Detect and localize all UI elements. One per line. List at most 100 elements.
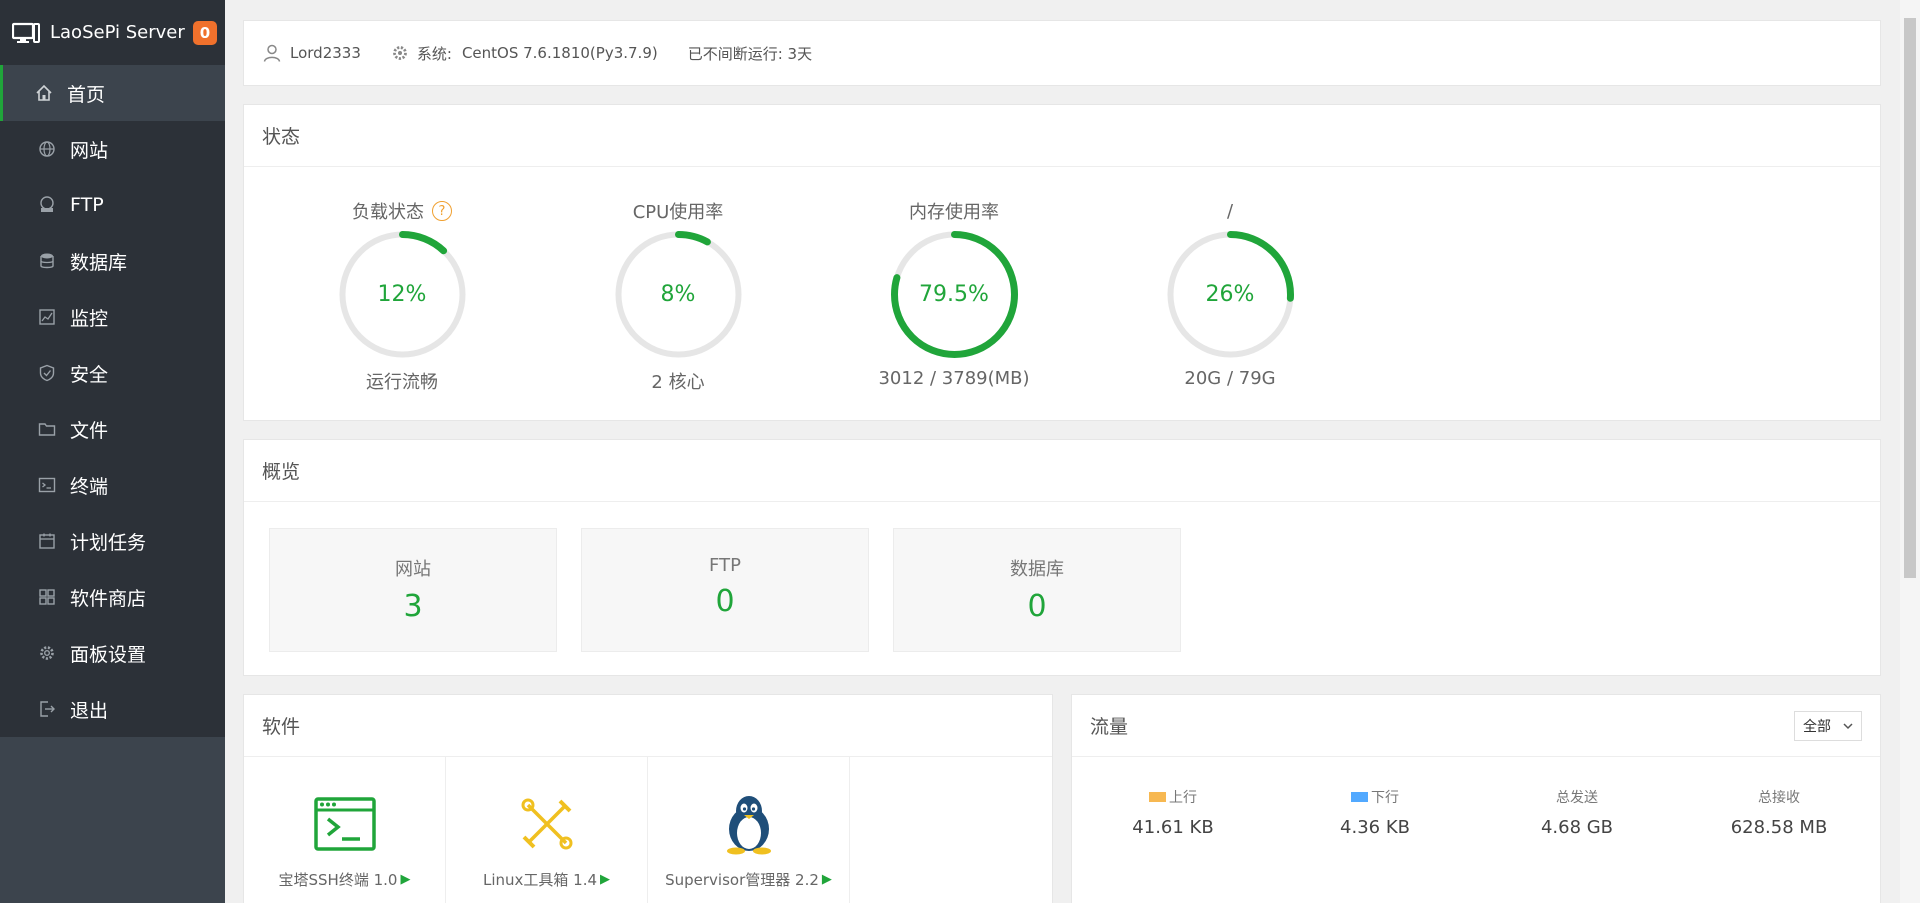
legend-swatch-down	[1351, 792, 1368, 802]
overview-value: 0	[715, 584, 735, 619]
gauge-percent: 26%	[1205, 282, 1255, 307]
play-icon[interactable]: ▶	[400, 872, 410, 887]
gauge-percent: 79.5%	[919, 282, 989, 307]
overview-label: 数据库	[1010, 559, 1064, 580]
user-info[interactable]: Lord2333	[262, 43, 361, 63]
software-label: Linux工具箱 1.4	[482, 871, 598, 889]
app-title: LaoSePi Server	[50, 22, 185, 43]
sidebar-item-home[interactable]: 首页	[0, 65, 225, 121]
database-icon	[36, 250, 58, 272]
username: Lord2333	[290, 44, 361, 62]
play-icon[interactable]: ▶	[822, 872, 832, 887]
sidebar-menu: 首页 网站 FTP 数据库 监控 安全 文件 终端 计划任务 软件商店 面板设置…	[0, 65, 225, 737]
overview-box-website[interactable]: 网站 3	[269, 528, 557, 652]
sidebar-item-ftp[interactable]: FTP	[0, 177, 225, 233]
notification-badge[interactable]: 0	[193, 20, 217, 45]
help-icon[interactable]: ?	[432, 201, 452, 221]
traffic-label: 总接收	[1758, 790, 1800, 806]
gauge-title: /	[1226, 200, 1234, 222]
ftp-icon	[36, 194, 58, 216]
scrollbar-thumb[interactable]	[1904, 18, 1916, 578]
chevron-down-icon	[1843, 722, 1853, 729]
gauge-cpu[interactable]: CPU使用率 8% 2 核心	[540, 167, 816, 394]
software-item-toolbox[interactable]: Linux工具箱 1.4 ▶	[446, 757, 648, 903]
logout-icon	[36, 698, 58, 720]
shield-icon	[36, 362, 58, 384]
software-item-ssh[interactable]: 宝塔SSH终端 1.0 ▶	[244, 757, 446, 903]
gauge-percent: 8%	[660, 282, 696, 307]
terminal-icon	[36, 474, 58, 496]
sidebar-item-logout[interactable]: 退出	[0, 681, 225, 737]
traffic-stat-received: 总接收 628.58 MB	[1678, 787, 1880, 838]
status-title: 状态	[244, 105, 1880, 167]
gauge-title: CPU使用率	[632, 202, 724, 223]
sidebar-item-website[interactable]: 网站	[0, 121, 225, 177]
overview-box-database[interactable]: 数据库 0	[893, 528, 1181, 652]
sidebar-item-terminal[interactable]: 终端	[0, 457, 225, 513]
sidebar-item-label: 面板设置	[70, 643, 147, 666]
computer-icon	[12, 22, 42, 44]
monitor-icon	[36, 306, 58, 328]
traffic-filter-select[interactable]: 全部	[1794, 710, 1862, 741]
page-scrollbar[interactable]	[1900, 0, 1920, 903]
traffic-label: 总发送	[1556, 790, 1598, 806]
overview-value: 0	[1027, 589, 1047, 624]
sidebar-item-files[interactable]: 文件	[0, 401, 225, 457]
info-bar: Lord2333 系统: CentOS 7.6.1810(Py3.7.9) 已不…	[243, 20, 1881, 86]
legend-swatch-up	[1149, 792, 1166, 802]
system-info: 系统: CentOS 7.6.1810(Py3.7.9)	[391, 43, 658, 64]
gauge-title: 负载状态	[352, 202, 424, 223]
sidebar-item-settings[interactable]: 面板设置	[0, 625, 225, 681]
grid-icon	[36, 586, 58, 608]
toolbox-icon	[446, 791, 647, 857]
software-label: Supervisor管理器 2.2	[665, 871, 819, 889]
gauge-memory[interactable]: 内存使用率 79.5% 3012 / 3789(MB)	[816, 167, 1092, 394]
traffic-stat-down: 下行 4.36 KB	[1274, 787, 1476, 838]
traffic-panel: 流量 全部 上行 41.61 KB 下行 4.36 KB 总发送 4.68 GB	[1071, 694, 1881, 903]
calendar-icon	[36, 530, 58, 552]
sidebar-item-security[interactable]: 安全	[0, 345, 225, 401]
software-item-supervisor[interactable]: Supervisor管理器 2.2 ▶	[648, 757, 850, 903]
brand-bar: LaoSePi Server 0	[0, 0, 225, 65]
sidebar-item-label: 计划任务	[70, 531, 147, 554]
traffic-value: 41.61 KB	[1132, 817, 1214, 838]
traffic-filter-value: 全部	[1803, 718, 1831, 735]
sidebar-item-label: 网站	[70, 139, 109, 162]
traffic-stat-up: 上行 41.61 KB	[1072, 787, 1274, 838]
overview-box-ftp[interactable]: FTP 0	[581, 528, 869, 652]
gauge-load[interactable]: 负载状态? 12% 运行流畅	[264, 167, 540, 394]
sidebar-item-label: 监控	[70, 307, 109, 330]
traffic-value: 628.58 MB	[1730, 817, 1828, 838]
system-value: CentOS 7.6.1810(Py3.7.9)	[461, 44, 658, 62]
penguin-icon	[648, 791, 849, 857]
sidebar: LaoSePi Server 0 首页 网站 FTP 数据库 监控 安全 文件 …	[0, 0, 225, 903]
home-icon	[33, 82, 55, 104]
gear-icon	[36, 642, 58, 664]
play-icon[interactable]: ▶	[600, 872, 610, 887]
gauge-sub: 运行流畅	[366, 372, 438, 393]
software-panel: 软件 宝塔SSH终端 1.0 ▶ Linux工具箱 1.4 ▶ Supervis…	[243, 694, 1053, 903]
overview-value: 3	[403, 589, 423, 624]
gauge-sub: 20G / 79G	[1184, 368, 1276, 389]
software-label: 宝塔SSH终端 1.0	[278, 871, 398, 889]
sidebar-item-label: 软件商店	[70, 587, 147, 610]
sidebar-item-label: FTP	[70, 194, 104, 216]
globe-icon	[36, 138, 58, 160]
system-label: 系统:	[416, 44, 452, 63]
sidebar-item-label: 退出	[70, 699, 109, 722]
sidebar-item-store[interactable]: 软件商店	[0, 569, 225, 625]
sidebar-item-label: 安全	[70, 363, 109, 386]
gauge-sub: 3012 / 3789(MB)	[878, 368, 1030, 389]
gauge-disk[interactable]: / 26% 20G / 79G	[1092, 167, 1368, 394]
ssh-terminal-icon	[244, 791, 445, 857]
traffic-label: 上行	[1169, 790, 1197, 806]
sidebar-item-label: 数据库	[70, 251, 128, 274]
sidebar-item-cron[interactable]: 计划任务	[0, 513, 225, 569]
overview-title: 概览	[244, 440, 1880, 502]
gauge-percent: 12%	[377, 282, 427, 307]
sidebar-item-label: 终端	[70, 475, 109, 498]
sidebar-item-database[interactable]: 数据库	[0, 233, 225, 289]
sidebar-item-monitor[interactable]: 监控	[0, 289, 225, 345]
user-icon	[263, 44, 281, 62]
uptime-text: 已不间断运行: 3天	[687, 44, 813, 63]
